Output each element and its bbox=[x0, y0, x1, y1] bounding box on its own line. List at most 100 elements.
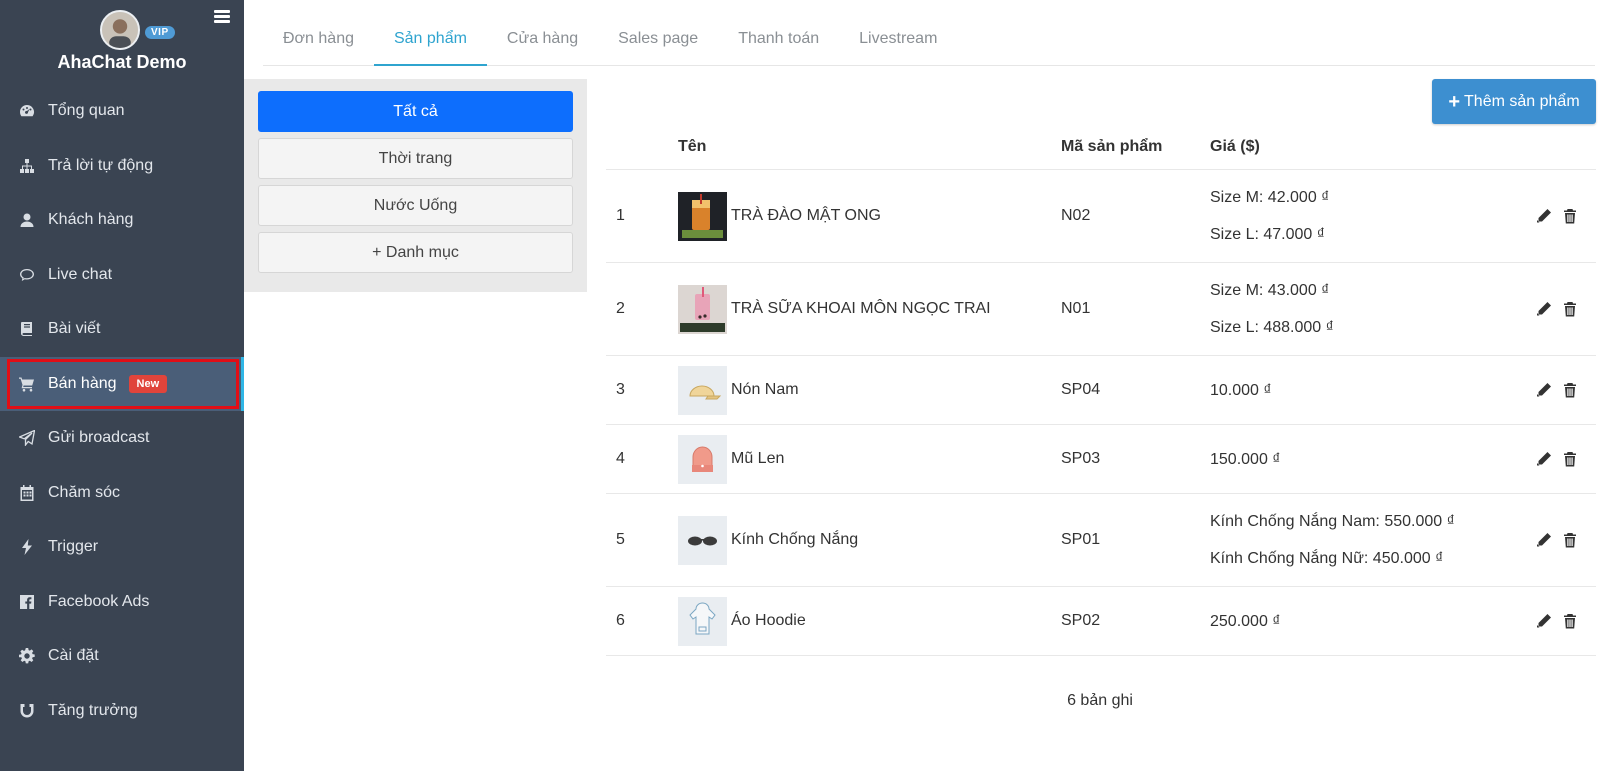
tab-sales-page[interactable]: Sales page bbox=[598, 18, 718, 66]
tab-thanh-toan[interactable]: Thanh toán bbox=[718, 18, 839, 66]
category-drinks-button[interactable]: Nước Uống bbox=[258, 185, 573, 226]
edit-pencil-icon[interactable] bbox=[1536, 451, 1552, 467]
trash-icon[interactable] bbox=[1562, 382, 1578, 398]
paper-plane-icon bbox=[18, 429, 36, 447]
sidebar-item-label: Cài đặt bbox=[48, 647, 99, 665]
chat-bubble-icon bbox=[18, 266, 36, 284]
shopping-cart-icon bbox=[18, 375, 36, 393]
price-line: Size M: 43.000 ₫ bbox=[1210, 282, 1330, 299]
trash-icon[interactable] bbox=[1562, 532, 1578, 548]
table-row[interactable]: 6 Áo Hoodie SP02 250.000 ₫ bbox=[606, 587, 1596, 656]
sidebar-item-label: Chăm sóc bbox=[48, 483, 121, 501]
sidebar-item-khach-hang[interactable]: Khách hàng bbox=[0, 193, 244, 248]
table-row[interactable]: 3 Nón Nam SP04 10.000 ₫ bbox=[606, 356, 1596, 425]
plus-icon: + bbox=[1448, 90, 1461, 113]
edit-pencil-icon[interactable] bbox=[1536, 532, 1552, 548]
trash-icon[interactable] bbox=[1562, 451, 1578, 467]
vip-badge: VIP bbox=[145, 26, 175, 39]
table-row[interactable]: 4 Mũ Len SP03 150.000 ₫ bbox=[606, 425, 1596, 494]
table-row[interactable]: 1 TRÀ ĐÀO MẬT ONG N02 Size M: 42.000 ₫ S… bbox=[606, 170, 1596, 263]
edit-pencil-icon[interactable] bbox=[1536, 613, 1552, 629]
product-price: Size M: 42.000 ₫ Size L: 47.000 ₫ bbox=[1210, 179, 1530, 253]
sidebar-item-label: Trả lời tự động bbox=[48, 156, 154, 174]
sidebar-item-label: Gửi broadcast bbox=[48, 429, 150, 447]
header-price: Giá ($) bbox=[1210, 138, 1260, 155]
row-actions bbox=[1530, 532, 1596, 548]
price-line: Kính Chống Nắng Nam: 550.000 ₫ bbox=[1210, 513, 1455, 530]
price-line: Size L: 47.000 ₫ bbox=[1210, 226, 1325, 243]
row-actions bbox=[1530, 208, 1596, 224]
price-line: 250.000 ₫ bbox=[1210, 612, 1281, 630]
product-name: TRÀ ĐÀO MẬT ONG bbox=[731, 207, 881, 224]
sidebar-menu: Tổng quan Trả lời tự động Khách hàng Liv… bbox=[0, 84, 244, 738]
add-product-button[interactable]: + Thêm sản phẩm bbox=[1432, 79, 1596, 124]
dashboard-icon bbox=[18, 102, 36, 120]
row-actions bbox=[1530, 613, 1596, 629]
sidebar-item-label: Facebook Ads bbox=[48, 592, 150, 610]
row-name-cell: TRÀ ĐÀO MẬT ONG bbox=[678, 191, 1061, 241]
trash-icon[interactable] bbox=[1562, 301, 1578, 317]
price-line: 150.000 ₫ bbox=[1210, 450, 1281, 468]
sidebar-item-tang-truong[interactable]: Tăng trưởng bbox=[0, 684, 244, 739]
edit-pencil-icon[interactable] bbox=[1536, 208, 1552, 224]
product-code: SP02 bbox=[1061, 612, 1101, 629]
row-actions bbox=[1530, 301, 1596, 317]
tab-livestream[interactable]: Livestream bbox=[839, 18, 957, 66]
calendar-icon bbox=[18, 484, 36, 502]
product-code: SP01 bbox=[1061, 531, 1101, 548]
product-table: Tên Mã sản phẩm Giá ($) 1 TRÀ ĐÀO MẬT ON… bbox=[606, 125, 1596, 656]
trash-icon[interactable] bbox=[1562, 208, 1578, 224]
add-category-button[interactable]: + Danh mục bbox=[258, 232, 573, 273]
table-row[interactable]: 5 Kính Chống Nắng SP01 Kính Chống Nắng N… bbox=[606, 494, 1596, 587]
sidebar-item-cai-dat[interactable]: Cài đặt bbox=[0, 629, 244, 684]
sidebar-item-tra-loi-tu-dong[interactable]: Trả lời tự động bbox=[0, 139, 244, 194]
sidebar-item-ban-hang[interactable]: Bán hàng New bbox=[0, 356, 244, 411]
product-code: N01 bbox=[1061, 300, 1091, 317]
row-index: 4 bbox=[616, 450, 625, 467]
sidebar-item-label: Khách hàng bbox=[48, 211, 134, 229]
category-fashion-button[interactable]: Thời trang bbox=[258, 138, 573, 179]
row-actions bbox=[1530, 451, 1596, 467]
sidebar-item-gui-broadcast[interactable]: Gửi broadcast bbox=[0, 411, 244, 466]
row-actions bbox=[1530, 382, 1596, 398]
product-price: 10.000 ₫ bbox=[1210, 372, 1530, 409]
hamburger-menu-icon[interactable] bbox=[214, 10, 230, 24]
sidebar-item-facebook-ads[interactable]: Facebook Ads bbox=[0, 575, 244, 630]
sunglasses-image bbox=[678, 515, 727, 565]
product-code: N02 bbox=[1061, 207, 1091, 224]
new-badge: New bbox=[128, 374, 168, 393]
category-all-button[interactable]: Tất cả bbox=[258, 91, 573, 132]
avatar[interactable] bbox=[100, 10, 140, 50]
table-row[interactable]: 2 TRÀ SỮA KHOAI MÔN NGỌC TRAI N01 Size M… bbox=[606, 263, 1596, 356]
product-name: Nón Nam bbox=[731, 381, 799, 398]
highlight-box bbox=[7, 358, 239, 409]
product-price: Size M: 43.000 ₫ Size L: 488.000 ₫ bbox=[1210, 272, 1530, 346]
record-count: 6 bản ghi bbox=[1067, 692, 1133, 709]
header-code: Mã sản phẩm bbox=[1061, 138, 1163, 155]
product-code: SP03 bbox=[1061, 450, 1101, 467]
sidebar-item-label: Bài viết bbox=[48, 320, 101, 338]
row-name-cell: Kính Chống Nắng bbox=[678, 515, 1061, 565]
sidebar-item-bai-viet[interactable]: Bài viết bbox=[0, 302, 244, 357]
sidebar-item-trigger[interactable]: Trigger bbox=[0, 520, 244, 575]
sidebar-item-tong-quan[interactable]: Tổng quan bbox=[0, 84, 244, 139]
sidebar-item-cham-soc[interactable]: Chăm sóc bbox=[0, 466, 244, 521]
beanie-image bbox=[678, 434, 727, 484]
tab-san-pham[interactable]: Sản phẩm bbox=[373, 18, 487, 66]
edit-pencil-icon[interactable] bbox=[1536, 301, 1552, 317]
price-line: Size L: 488.000 ₫ bbox=[1210, 319, 1334, 336]
product-code: SP04 bbox=[1061, 381, 1101, 398]
sidebar-item-live-chat[interactable]: Live chat bbox=[0, 248, 244, 303]
tab-don-hang[interactable]: Đơn hàng bbox=[263, 18, 374, 66]
trash-icon[interactable] bbox=[1562, 613, 1578, 629]
tab-cua-hang[interactable]: Cửa hàng bbox=[487, 18, 598, 66]
row-name-cell: TRÀ SỮA KHOAI MÔN NGỌC TRAI bbox=[678, 284, 1061, 334]
product-tabs: Đơn hàng Sản phẩm Cửa hàng Sales page Th… bbox=[263, 18, 1595, 66]
price-line: Size M: 42.000 ₫ bbox=[1210, 189, 1330, 206]
edit-pencil-icon[interactable] bbox=[1536, 382, 1552, 398]
gear-icon bbox=[18, 647, 36, 665]
table-header: Tên Mã sản phẩm Giá ($) bbox=[606, 125, 1596, 170]
peach-tea-image bbox=[678, 191, 727, 241]
sitemap-icon bbox=[18, 157, 36, 175]
header-name: Tên bbox=[678, 138, 707, 155]
